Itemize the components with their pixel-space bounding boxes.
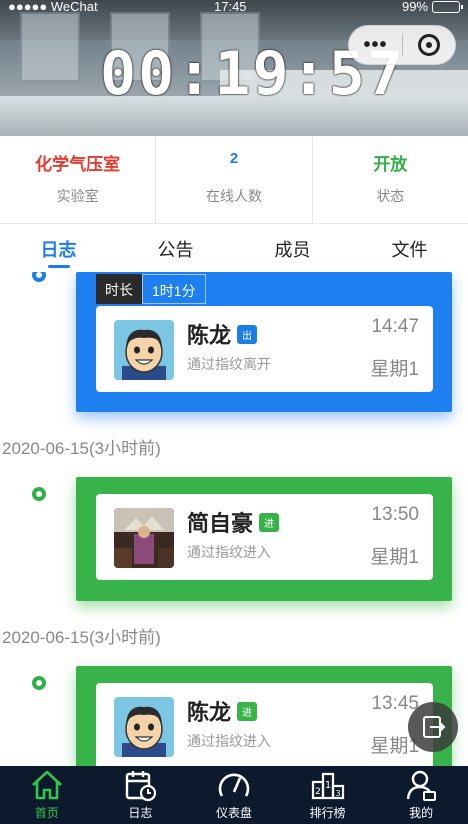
nav-log[interactable]: 日志 xyxy=(94,766,188,824)
lab-status-label: 状态 xyxy=(376,188,405,204)
online-count-cell: 2 在线人数 xyxy=(156,136,313,223)
log-entry: 陈龙出 通过指纹离开 14:47 星期1 xyxy=(96,306,433,392)
nav-home[interactable]: 首页 xyxy=(0,766,94,824)
window xyxy=(20,12,80,82)
avatar xyxy=(114,697,174,757)
lab-name-cell: 化学气压室 实验室 xyxy=(0,136,157,223)
home-icon xyxy=(31,770,62,800)
calendar-clock-icon xyxy=(126,771,157,802)
nav-profile[interactable]: 我的 xyxy=(374,766,468,824)
tab-log[interactable]: 日志 xyxy=(0,224,117,272)
tab-files[interactable]: 文件 xyxy=(351,224,468,272)
duration-label: 时长 xyxy=(96,274,142,304)
status-bar: ●●●●● WeChat 17:45 99% xyxy=(0,0,468,16)
access-method: 通过指纹进入 xyxy=(187,544,271,560)
log-entry: 简自豪进 通过指纹进入 13:50 星期1 xyxy=(96,494,433,580)
duration-tag: 时长 1时1分 xyxy=(96,274,206,304)
user-icon xyxy=(406,770,437,801)
nav-leaderboard[interactable]: 2 1 3 排行榜 xyxy=(281,766,375,824)
svg-text:1: 1 xyxy=(324,780,330,791)
lab-name-value: 化学气压室 xyxy=(35,155,121,174)
duration-value: 1时1分 xyxy=(142,274,206,304)
close-miniprogram-icon[interactable] xyxy=(403,34,455,56)
person-name: 陈龙出 xyxy=(187,318,258,350)
timeline-dot xyxy=(32,487,46,501)
online-count-label: 在线人数 xyxy=(205,188,262,204)
nav-profile-label: 我的 xyxy=(409,806,434,820)
avatar xyxy=(114,320,174,380)
gauge-icon xyxy=(218,773,250,797)
elapsed-timer: 00:19:57 xyxy=(100,39,405,109)
log-weekday: 星期1 xyxy=(370,359,419,380)
exit-icon xyxy=(423,716,446,738)
lab-name-label: 实验室 xyxy=(56,188,99,204)
exit-badge: 出 xyxy=(237,325,258,344)
battery-percent: 99% xyxy=(401,0,428,14)
log-weekday: 星期1 xyxy=(370,547,419,568)
tab-announcements[interactable]: 公告 xyxy=(117,224,234,272)
carrier-label: ●●●●● WeChat xyxy=(8,0,98,14)
person-name: 陈龙进 xyxy=(187,695,258,727)
enter-badge: 进 xyxy=(259,513,280,532)
svg-text:3: 3 xyxy=(335,789,340,798)
timeline-dot xyxy=(32,272,46,282)
access-method: 通过指纹进入 xyxy=(187,733,271,749)
podium-icon: 2 1 3 xyxy=(311,772,344,800)
enter-badge: 进 xyxy=(237,702,258,721)
log-time: 14:47 xyxy=(371,316,419,337)
lab-status-value: 开放 xyxy=(373,155,408,174)
access-method: 通过指纹离开 xyxy=(187,356,271,372)
person-name: 简自豪进 xyxy=(187,506,280,538)
lab-status-cell: 开放 状态 xyxy=(313,136,468,223)
logout-fab-button[interactable] xyxy=(408,702,458,752)
lab-info-strip: 化学气压室 实验室 2 在线人数 开放 状态 xyxy=(0,136,468,224)
status-time: 17:45 xyxy=(214,0,247,14)
timeline-dot xyxy=(32,676,46,690)
lab-photo-banner: ●●●●● WeChat 17:45 99% 00:19:57 xyxy=(0,0,468,136)
nav-leaderboard-label: 排行榜 xyxy=(309,806,346,820)
date-header: 2020-06-15(3小时前) xyxy=(2,628,161,647)
nav-dashboard-label: 仪表盘 xyxy=(215,806,252,820)
battery-icon xyxy=(432,0,463,13)
nav-dashboard[interactable]: 仪表盘 xyxy=(187,766,281,824)
date-header: 2020-06-15(3小时前) xyxy=(2,439,161,458)
log-card[interactable]: 时长 1时1分 陈龙出 通过指纹离开 14:47 星期1 xyxy=(76,272,452,412)
nav-home-label: 首页 xyxy=(34,806,59,820)
more-menu-icon[interactable]: ••• xyxy=(349,25,402,65)
section-tabs: 日志 公告 成员 文件 xyxy=(0,224,468,272)
bottom-nav: 首页 日志 仪表盘 2 1 3 排行榜 我的 xyxy=(0,766,468,824)
log-time: 13:50 xyxy=(371,504,419,525)
avatar xyxy=(114,508,174,568)
log-entry: 陈龙进 通过指纹进入 13:45 星期1 xyxy=(96,683,433,766)
nav-log-label: 日志 xyxy=(128,806,153,820)
svg-text:2: 2 xyxy=(315,787,321,797)
online-count-value: 2 xyxy=(229,150,239,167)
tab-members[interactable]: 成员 xyxy=(234,224,351,272)
log-card[interactable]: 简自豪进 通过指纹进入 13:50 星期1 xyxy=(76,477,452,601)
log-card[interactable]: 陈龙进 通过指纹进入 13:45 星期1 xyxy=(76,666,452,766)
miniprogram-capsule: ••• xyxy=(348,25,456,65)
battery-status: 99% xyxy=(401,0,463,14)
log-feed[interactable]: 时长 1时1分 陈龙出 通过指纹离开 14:47 星期1 2020-06-15( xyxy=(0,272,468,766)
